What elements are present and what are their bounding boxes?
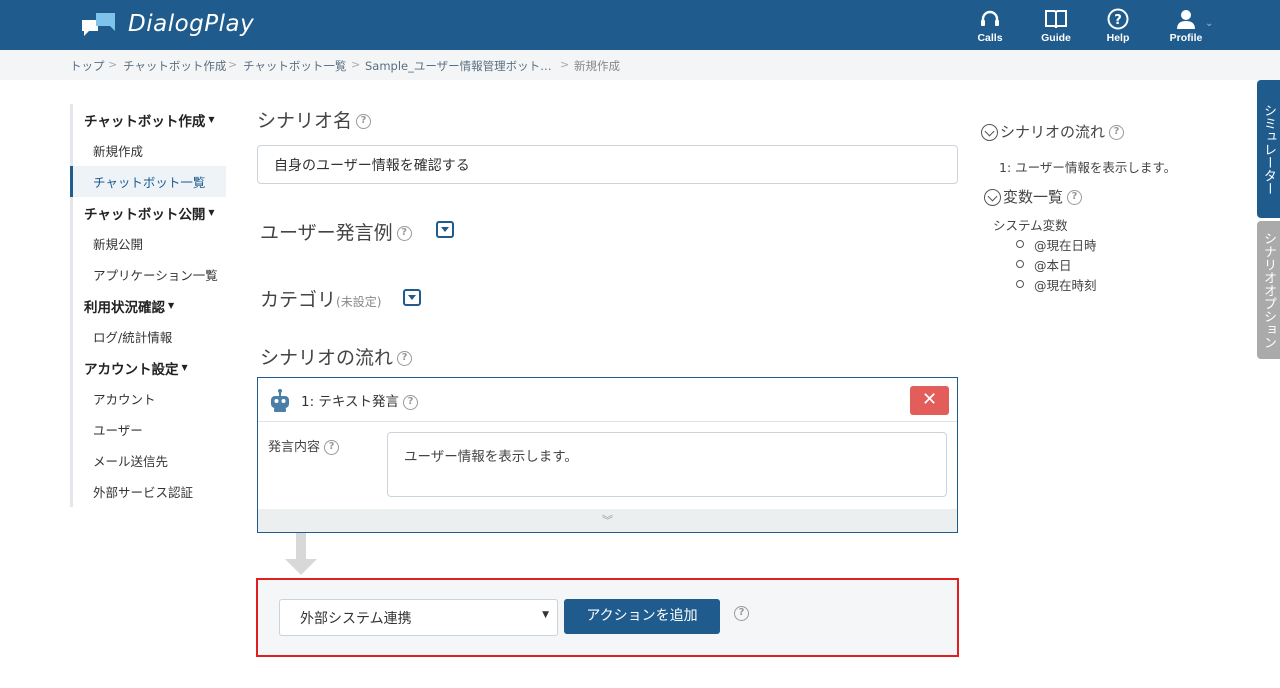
breadcrumb: トップ > チャットボット作成 > チャットボット一覧 > Sample_ユーザ… (0, 50, 1280, 80)
sidebar-group-account[interactable]: アカウント設定 ▼ (70, 352, 226, 383)
simulator-tab[interactable]: シミュレーター (1257, 80, 1280, 218)
svg-text:?: ? (1114, 13, 1122, 28)
brand-name[interactable]: DialogPlay (128, 11, 254, 37)
collapse-icon (981, 124, 998, 141)
delete-step-button[interactable]: ✕ (910, 386, 949, 415)
flow-step-card: 1: テキスト発言? ✕ 発言内容? ユーザー情報を表示します。 ︾ (257, 377, 958, 533)
bot-icon (271, 389, 289, 412)
collapse-icon (984, 189, 1001, 206)
flow-label: シナリオの流れ (260, 347, 394, 369)
sidebar-item-logs[interactable]: ログ/統計情報 (70, 321, 226, 352)
category-heading: カテゴリ(未設定) (260, 285, 381, 312)
sidebar: チャットボット作成 ▼ 新規作成 チャットボット一覧 チャットボット公開 ▼ 新規公… (70, 104, 226, 507)
help-icon[interactable]: ? (396, 226, 412, 241)
book-icon (1045, 10, 1067, 29)
right-flow-item[interactable]: 1: ユーザー情報を表示します。 (999, 157, 1176, 176)
sidebar-group-usage[interactable]: 利用状況確認 ▼ (70, 290, 226, 321)
sidebar-item-mail[interactable]: メール送信先 (70, 445, 226, 476)
right-flow-title-text: シナリオの流れ (1000, 123, 1106, 141)
breadcrumb-separator: > (108, 58, 118, 71)
user-utterance-label: ユーザー発言例 (260, 222, 393, 244)
action-type-select[interactable]: 外部システム連携 ▼ (279, 599, 558, 636)
user-utterance-heading: ユーザー発言例? (260, 218, 412, 245)
help-icon[interactable]: ? (734, 606, 749, 621)
right-vars-title-text: 変数一覧 (1003, 188, 1064, 206)
caret-down-icon: ▼ (208, 115, 215, 124)
help-icon[interactable]: ? (403, 394, 419, 410)
help-icon[interactable]: ? (356, 114, 372, 129)
flow-step-title-text: 1: テキスト発言 (301, 394, 400, 410)
breadcrumb-current: 新規作成 (574, 59, 620, 73)
sidebar-group-label: アカウント設定 (84, 361, 179, 378)
breadcrumb-item[interactable]: Sample_ユーザー情報管理ボット… (365, 58, 552, 74)
content-label-wrap: 発言内容? (268, 436, 340, 455)
help-icon[interactable]: ? (397, 351, 413, 366)
help-icon[interactable]: ? (1109, 125, 1125, 140)
flow-arrow-icon (285, 533, 317, 575)
sidebar-group-publish[interactable]: チャットボット公開 ▼ (70, 197, 226, 228)
scenario-name-label: シナリオ名 (257, 110, 353, 132)
nav-calls[interactable]: Calls (960, 8, 1020, 44)
variable-item[interactable]: @現在時刻 (1016, 275, 1097, 294)
category-toggle-button[interactable] (403, 289, 421, 306)
sidebar-item-users[interactable]: ユーザー (70, 414, 226, 445)
sidebar-group-label: チャットボット公開 (84, 206, 206, 223)
sidebar-group-label: 利用状況確認 (84, 299, 165, 316)
right-flow-item-text: 1: ユーザー情報を表示します。 (999, 160, 1177, 175)
sidebar-item-new[interactable]: 新規作成 (70, 135, 226, 166)
right-vars-title[interactable]: 変数一覧? (984, 186, 1083, 207)
flow-step-header: 1: テキスト発言? ✕ (258, 378, 957, 422)
category-label: カテゴリ (260, 289, 337, 311)
flow-step-title: 1: テキスト発言? (301, 390, 419, 410)
sidebar-item-account[interactable]: アカウント (70, 383, 226, 414)
help-icon[interactable]: ? (1067, 190, 1083, 205)
user-icon (1177, 10, 1195, 29)
variable-item[interactable]: @現在日時 (1016, 235, 1097, 254)
content-label: 発言内容 (268, 440, 321, 455)
sidebar-item-chatbot-list[interactable]: チャットボット一覧 (70, 166, 226, 197)
system-vars-label: システム変数 (993, 218, 1068, 233)
caret-down-icon: ▼ (208, 208, 215, 217)
caret-down-icon: ▼ (542, 610, 549, 620)
right-flow-title[interactable]: シナリオの流れ? (981, 121, 1125, 142)
variable-item[interactable]: @本日 (1016, 255, 1072, 274)
content-textarea[interactable]: ユーザー情報を表示します。 (387, 432, 947, 497)
user-utterance-toggle-button[interactable] (436, 221, 454, 238)
breadcrumb-separator: > (351, 58, 361, 71)
category-status: (未設定) (336, 295, 382, 309)
nav-profile-label: Profile (1169, 32, 1203, 44)
sidebar-group-create[interactable]: チャットボット作成 ▼ (70, 104, 226, 135)
scenario-name-input[interactable]: 自身のユーザー情報を確認する (257, 145, 958, 184)
nav-calls-label: Calls (977, 32, 1003, 44)
nav-guide-label: Guide (1041, 32, 1071, 44)
sidebar-item-new-publish[interactable]: 新規公開 (70, 228, 226, 259)
breadcrumb-separator: > (228, 58, 238, 71)
breadcrumb-item[interactable]: トップ (70, 58, 105, 74)
sidebar-item-external-auth[interactable]: 外部サービス認証 (70, 476, 226, 507)
nav-guide[interactable]: Guide (1026, 8, 1086, 44)
scenario-options-tab[interactable]: シナリオオプション (1257, 221, 1280, 359)
top-navbar: DialogPlay Calls Guide ? Help Profile ⌄ (0, 0, 1280, 50)
caret-down-icon: ▼ (181, 363, 188, 372)
chevron-down-icon[interactable]: ⌄ (1205, 18, 1213, 29)
nav-help[interactable]: ? Help (1088, 8, 1148, 44)
add-action-button[interactable]: アクションを追加 (564, 599, 720, 634)
breadcrumb-item[interactable]: チャットボット一覧 (243, 58, 346, 74)
help-icon[interactable]: ? (324, 440, 340, 455)
double-chevron-down-icon: ︾ (602, 514, 613, 527)
headset-icon (981, 10, 999, 26)
breadcrumb-separator: > (560, 58, 570, 71)
add-action-panel: 外部システム連携 ▼ アクションを追加 ? (256, 578, 959, 657)
sidebar-item-applications[interactable]: アプリケーション一覧 (70, 259, 226, 290)
caret-down-icon: ▼ (168, 301, 175, 310)
sidebar-group-label: チャットボット作成 (84, 113, 206, 130)
expand-step-button[interactable]: ︾ (258, 509, 957, 532)
help-icon: ? (1107, 8, 1129, 30)
flow-heading: シナリオの流れ? (260, 343, 413, 370)
breadcrumb-item[interactable]: チャットボット作成 (123, 58, 226, 74)
logo-icon (82, 13, 115, 36)
nav-help-label: Help (1106, 32, 1130, 44)
scenario-name-heading: シナリオ名? (257, 106, 372, 133)
action-type-value: 外部システム連携 (300, 611, 412, 627)
